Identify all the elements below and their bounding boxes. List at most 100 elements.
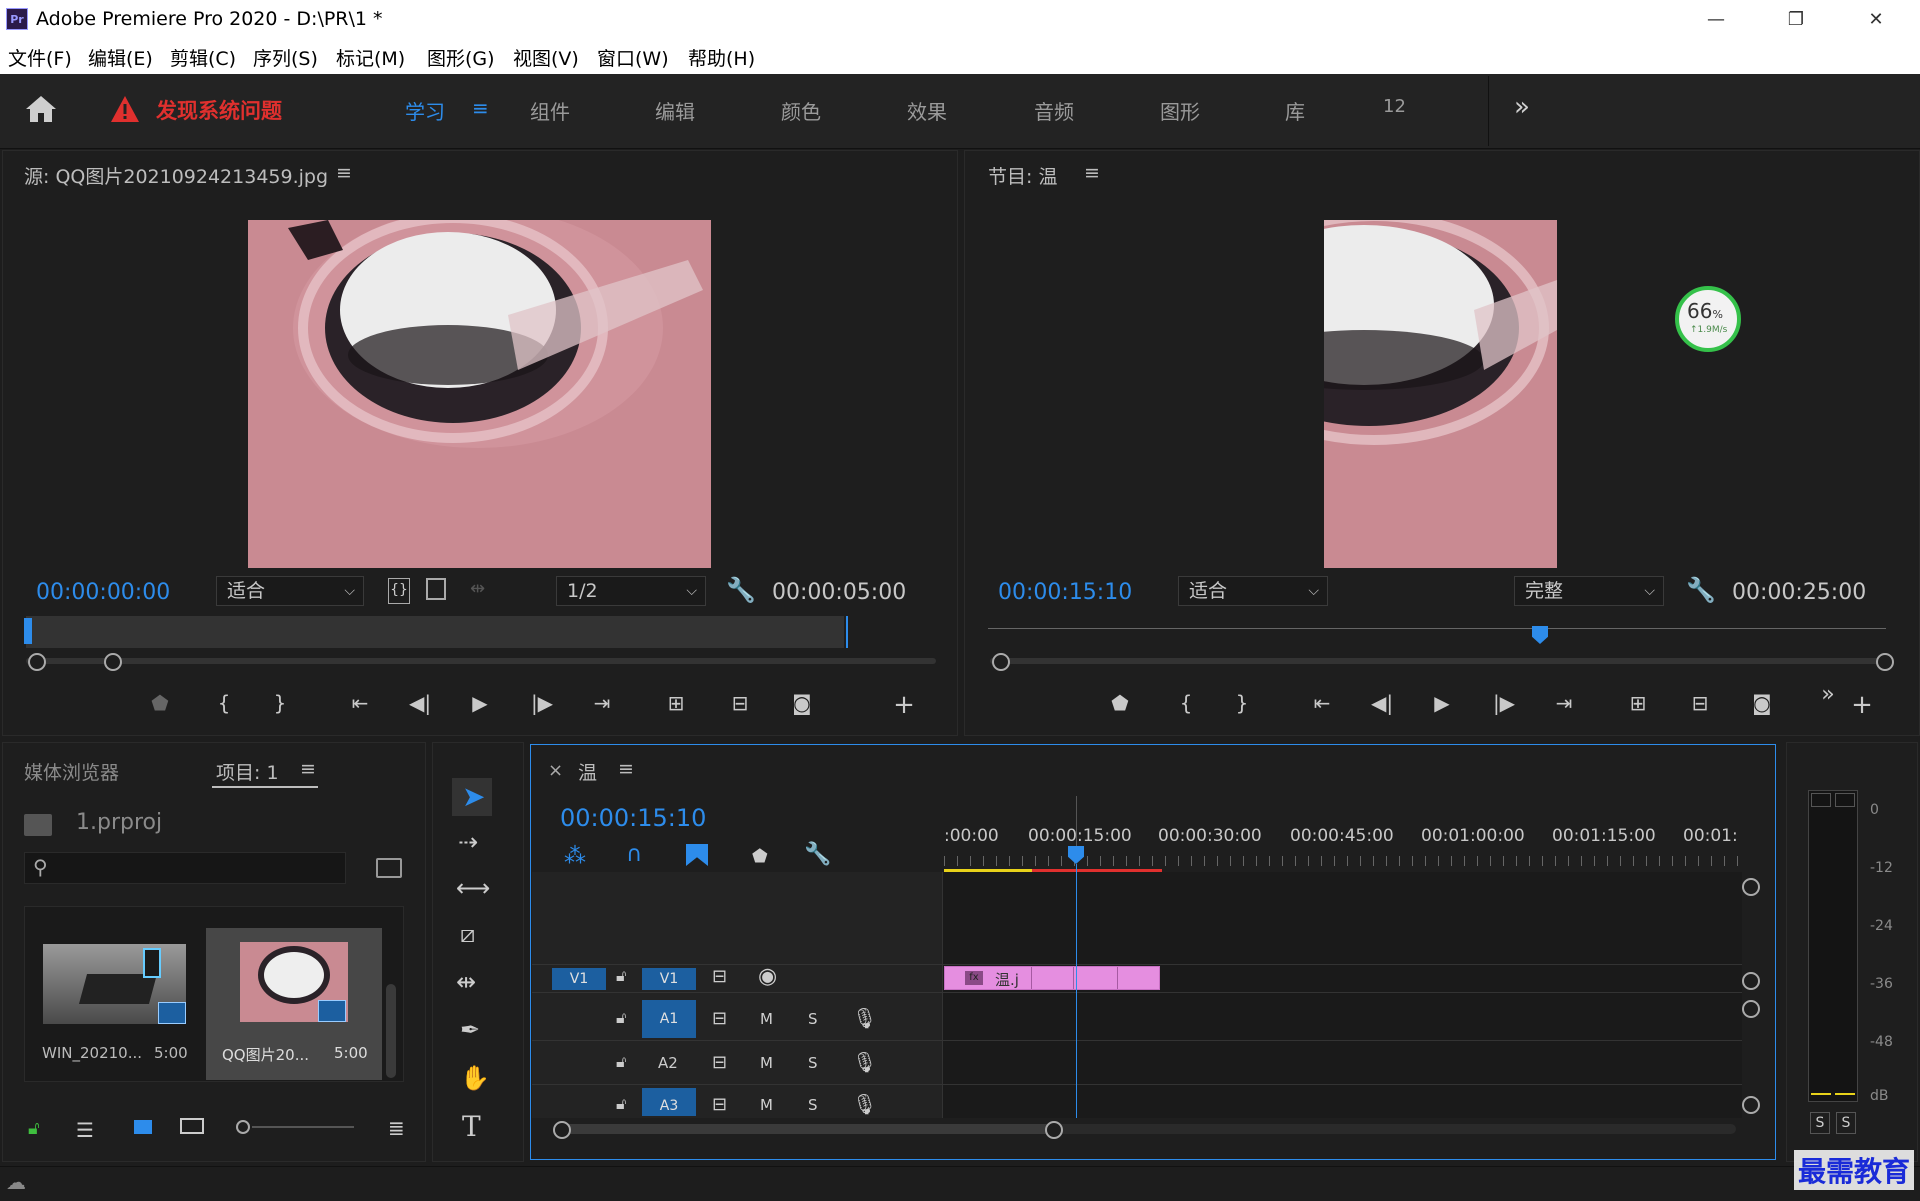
a2-sync-lock-icon[interactable]: ⊟ — [712, 1052, 727, 1073]
program-zoom-scrollbar[interactable] — [990, 658, 1886, 664]
type-tool-icon[interactable]: T — [462, 1110, 481, 1143]
project-item-selected[interactable]: QQ图片20... 5:00 — [206, 928, 382, 1080]
zoom-slider-handle[interactable] — [236, 1120, 250, 1134]
timeline-clip[interactable]: fx 温.j — [944, 966, 1160, 990]
list-view-icon[interactable]: ☰ — [76, 1118, 94, 1142]
v1-eye-icon[interactable]: ◉ — [758, 964, 777, 989]
tab-editing[interactable]: 编辑 — [655, 96, 695, 125]
project-search-input[interactable]: ⚲ — [24, 852, 346, 884]
source-zoom-handle-left[interactable] — [28, 653, 46, 671]
source-time-ruler[interactable] — [26, 616, 844, 648]
source-playhead-timecode[interactable]: 00:00:00:00 — [36, 580, 170, 605]
hand-tool-icon[interactable]: ✋ — [460, 1064, 490, 1092]
freeform-view-icon[interactable] — [180, 1118, 204, 1134]
tab-12[interactable]: 12 — [1383, 96, 1406, 117]
source-step-back-icon[interactable]: ◀| — [404, 688, 436, 718]
a3-lock-icon[interactable]: 🔓︎ — [616, 1094, 626, 1114]
a2-microphone-icon[interactable]: 🎙︎ — [852, 1050, 877, 1074]
program-go-to-out-icon[interactable]: ⇥ — [1548, 688, 1580, 718]
timeline-ruler-ticks[interactable] — [944, 856, 1738, 866]
extract-icon[interactable]: ⊟ — [1684, 688, 1716, 718]
program-quality-dropdown[interactable]: 完整 ⌵ — [1514, 576, 1664, 606]
timeline-settings-wrench-icon[interactable]: 🔧 — [804, 842, 831, 867]
program-monitor-title[interactable]: 节目: 温 — [988, 162, 1057, 189]
home-icon[interactable] — [24, 94, 58, 124]
menu-help[interactable]: 帮助(H) — [688, 44, 755, 71]
tab-project[interactable]: 项目: 1 — [216, 758, 279, 785]
program-step-forward-icon[interactable]: |▶ — [1488, 688, 1520, 718]
lift-icon[interactable]: ⊞ — [1622, 688, 1654, 718]
program-mark-out-icon[interactable]: } — [1226, 688, 1258, 718]
insert-icon[interactable]: ⊞ — [660, 688, 692, 718]
razor-tool-icon[interactable]: ⧄ — [460, 920, 475, 948]
zoom-slider-track[interactable] — [252, 1126, 354, 1128]
v1-sync-lock-icon[interactable]: ⊟ — [712, 966, 727, 987]
safe-margins-icon[interactable]: {} — [388, 578, 410, 604]
icon-view-icon[interactable] — [134, 1120, 152, 1134]
menu-graphics[interactable]: 图形(G) — [427, 44, 495, 71]
source-mark-out-icon[interactable]: } — [264, 688, 296, 718]
close-window-button[interactable]: ✕ — [1856, 6, 1896, 34]
v1-track-target[interactable]: V1 — [642, 968, 696, 990]
project-scrollbar[interactable] — [386, 984, 396, 1078]
source-button-editor-plus-icon[interactable]: + — [888, 690, 920, 720]
program-fit-dropdown[interactable]: 适合 ⌵ — [1178, 576, 1328, 606]
timeline-close-button[interactable]: × — [548, 760, 563, 781]
drag-audio-icon[interactable]: ⇹ — [470, 578, 485, 599]
video-vscroll-bottom-handle[interactable] — [1742, 972, 1760, 990]
meter-solo-right-button[interactable]: S — [1836, 1112, 1856, 1134]
program-export-frame-camera-icon[interactable]: ◙ — [1746, 688, 1778, 718]
restore-button[interactable]: ❐ — [1776, 6, 1816, 34]
program-play-icon[interactable]: ▶ — [1426, 688, 1458, 718]
selection-tool-icon[interactable]: ➤ — [462, 780, 485, 813]
filmstrip-icon[interactable] — [426, 578, 446, 600]
source-resolution-dropdown[interactable]: 1/2 ⌵ — [556, 576, 706, 606]
timeline-hscroll-left-handle[interactable] — [553, 1121, 571, 1139]
audio-vscroll-bottom-handle[interactable] — [1742, 1096, 1760, 1114]
source-panel-menu-icon[interactable]: ≡ — [336, 162, 352, 184]
system-issue-link[interactable]: 发现系统问题 — [156, 95, 282, 125]
menu-edit[interactable]: 编辑(E) — [88, 44, 153, 71]
program-time-ruler[interactable] — [988, 628, 1886, 629]
timeline-add-marker-icon[interactable]: ⬟ — [752, 846, 768, 867]
tab-audio[interactable]: 音频 — [1034, 96, 1074, 125]
v1-source-patch[interactable]: V1 — [552, 968, 606, 990]
project-lock-icon[interactable]: 🔓︎ — [28, 1118, 40, 1139]
program-more-controls-icon[interactable]: » — [1812, 680, 1844, 710]
new-search-bin-icon[interactable] — [376, 858, 402, 878]
timeline-playhead-timecode[interactable]: 00:00:15:10 — [560, 804, 706, 832]
overwrite-icon[interactable]: ⊟ — [724, 688, 756, 718]
source-go-to-out-icon[interactable]: ⇥ — [586, 688, 618, 718]
program-playhead-timecode[interactable]: 00:00:15:10 — [998, 580, 1132, 605]
tab-learn[interactable]: 学习 — [405, 96, 445, 125]
a3-microphone-icon[interactable]: 🎙︎ — [852, 1092, 877, 1116]
tab-graphics[interactable]: 图形 — [1160, 96, 1200, 125]
timeline-hscroll-thumb[interactable] — [560, 1124, 1060, 1134]
tab-menu-icon[interactable]: ≡ — [472, 96, 489, 120]
a3-mute-button[interactable]: M — [760, 1096, 773, 1114]
a2-solo-button[interactable]: S — [808, 1054, 818, 1072]
source-monitor-title[interactable]: 源: QQ图片20210924213459.jpg — [24, 162, 328, 189]
program-mark-in-icon[interactable]: { — [1170, 688, 1202, 718]
tab-color[interactable]: 颜色 — [781, 96, 821, 125]
project-item[interactable]: WIN_20210... 5:00 — [30, 910, 202, 1078]
a2-mute-button[interactable]: M — [760, 1054, 773, 1072]
tab-libraries[interactable]: 库 — [1285, 96, 1305, 125]
a1-solo-button[interactable]: S — [808, 1010, 818, 1028]
tab-assembly[interactable]: 组件 — [530, 96, 570, 125]
menu-sequence[interactable]: 序列(S) — [253, 44, 318, 71]
source-mark-in-icon[interactable]: { — [208, 688, 240, 718]
creative-cloud-icon[interactable]: ☁ — [6, 1170, 26, 1194]
pen-tool-icon[interactable]: ✒ — [460, 1016, 480, 1044]
minimize-button[interactable]: — — [1696, 6, 1736, 34]
menu-clip[interactable]: 剪辑(C) — [170, 44, 236, 71]
program-button-editor-plus-icon[interactable]: + — [1846, 690, 1878, 720]
more-workspaces-button[interactable]: » — [1514, 92, 1530, 122]
source-export-frame-camera-icon[interactable]: ◙ — [786, 688, 818, 718]
menu-window[interactable]: 窗口(W) — [597, 44, 669, 71]
audio-vscroll-top-handle[interactable] — [1742, 1000, 1760, 1018]
program-add-marker-icon[interactable]: ⬟ — [1104, 688, 1136, 718]
timeline-menu-icon[interactable]: ≡ — [618, 758, 634, 780]
sort-icons-icon[interactable]: ≣ — [388, 1116, 405, 1140]
menu-file[interactable]: 文件(F) — [8, 44, 72, 71]
